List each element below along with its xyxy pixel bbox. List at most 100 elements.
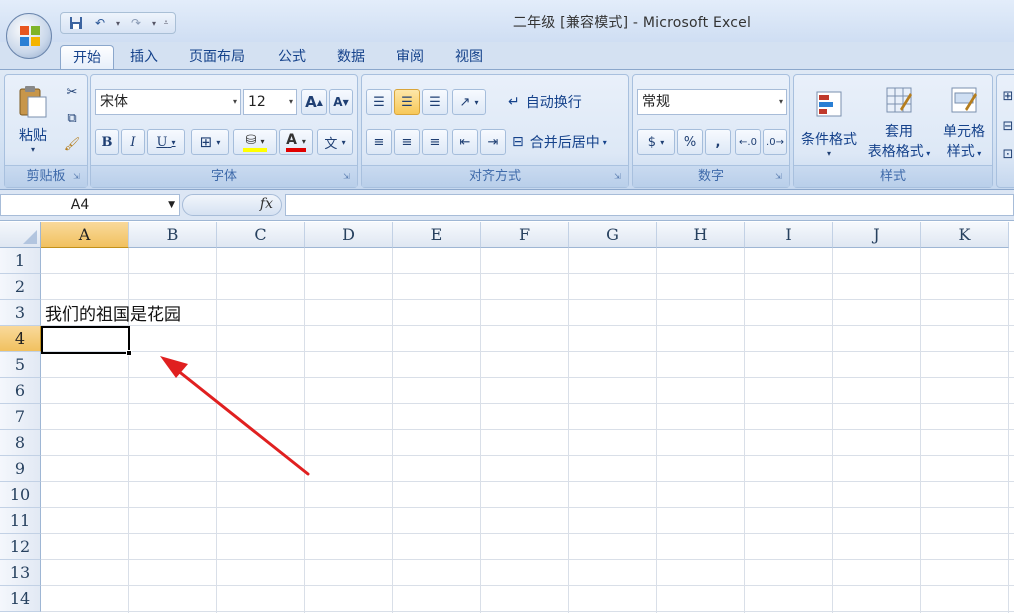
formula-input[interactable] — [285, 194, 1014, 216]
format-as-table-label-1: 套用 — [885, 124, 913, 140]
cell-styles-label-1: 单元格 — [943, 124, 985, 140]
row-header-13[interactable]: 13 — [0, 560, 41, 586]
font-family-combo[interactable]: 宋体 ▾ — [95, 89, 241, 115]
row-header-9[interactable]: 9 — [0, 456, 41, 482]
window-title: 二年级 [兼容模式] - Microsoft Excel — [512, 15, 752, 31]
fill-handle[interactable] — [126, 350, 132, 356]
underline-button[interactable]: U ▾ — [147, 129, 185, 155]
column-header-i[interactable]: I — [745, 222, 833, 248]
cell-area[interactable] — [41, 248, 1014, 613]
chevron-down-icon[interactable]: ▼ — [168, 195, 175, 215]
column-header-c[interactable]: C — [217, 222, 305, 248]
percent-button[interactable]: % — [677, 129, 703, 155]
insert-cells-icon[interactable]: ⊞ — [1001, 83, 1014, 109]
tab-insert[interactable]: 插入 — [118, 45, 170, 70]
conditional-format-label: 条件格式 — [801, 131, 857, 148]
align-left-button[interactable]: ≡ — [366, 129, 392, 155]
column-header-h[interactable]: H — [657, 222, 745, 248]
cut-icon[interactable]: ✂ — [61, 81, 83, 103]
shrink-font-button[interactable]: A ▼ — [329, 89, 353, 115]
orientation-button[interactable]: ↗ ▾ — [452, 89, 486, 115]
row-header-10[interactable]: 10 — [0, 482, 41, 508]
insert-function-icon[interactable]: fx — [260, 196, 273, 212]
row-header-8[interactable]: 8 — [0, 430, 41, 456]
row-header-11[interactable]: 11 — [0, 508, 41, 534]
align-middle-button[interactable]: ☰ — [394, 89, 420, 115]
copy-icon[interactable]: ⧉ — [61, 107, 83, 129]
number-launcher-icon[interactable]: ⇲ — [775, 172, 785, 182]
select-all-button[interactable] — [0, 222, 41, 248]
row-header-7[interactable]: 7 — [0, 404, 41, 430]
decrease-decimal-button[interactable]: .0→ — [763, 129, 787, 155]
cell-a3[interactable]: 我们的祖国是花园 — [45, 302, 181, 328]
decrease-indent-icon: ⇤ — [459, 134, 471, 150]
row-header-4[interactable]: 4 — [0, 326, 41, 352]
borders-button[interactable]: ⊞ ▾ — [191, 129, 229, 155]
align-bottom-icon: ☰ — [429, 94, 441, 110]
align-top-icon: ☰ — [373, 94, 385, 110]
column-header-g[interactable]: G — [569, 222, 657, 248]
align-right-button[interactable]: ≡ — [422, 129, 448, 155]
format-painter-icon[interactable]: 🖌 — [61, 133, 83, 155]
tab-formulas[interactable]: 公式 — [266, 45, 318, 70]
row-header-14[interactable]: 14 — [0, 586, 41, 612]
tab-home[interactable]: 开始 — [60, 45, 114, 70]
comma-button[interactable]: , — [705, 129, 731, 155]
alignment-launcher-icon[interactable]: ⇲ — [614, 172, 624, 182]
name-box[interactable]: A4 ▼ — [0, 194, 180, 216]
clipboard-launcher-icon[interactable]: ⇲ — [73, 172, 83, 182]
tab-view[interactable]: 视图 — [443, 45, 495, 70]
decrease-indent-button[interactable]: ⇤ — [452, 129, 478, 155]
cell-styles-button[interactable]: 单元格 样式 ▾ — [936, 81, 992, 165]
tab-data[interactable]: 数据 — [325, 45, 377, 70]
borders-icon: ⊞ — [199, 133, 213, 151]
align-center-button[interactable]: ≡ — [394, 129, 420, 155]
paste-button[interactable]: 粘贴 ▾ — [11, 79, 55, 159]
row-header-12[interactable]: 12 — [0, 534, 41, 560]
increase-decimal-icon: ←.0 — [739, 136, 757, 148]
grow-font-button[interactable]: A ▲ — [301, 89, 327, 115]
increase-decimal-button[interactable]: ←.0 — [735, 129, 761, 155]
fill-color-button[interactable]: ⛁ ▾ — [233, 129, 277, 155]
column-header-f[interactable]: F — [481, 222, 569, 248]
row-header-3[interactable]: 3 — [0, 300, 41, 326]
chevron-down-icon: ▾ — [778, 97, 783, 106]
row-header-1[interactable]: 1 — [0, 248, 41, 274]
row-header-6[interactable]: 6 — [0, 378, 41, 404]
font-size-combo[interactable]: 12 ▾ — [243, 89, 297, 115]
tab-review[interactable]: 审阅 — [384, 45, 436, 70]
column-header-j[interactable]: J — [833, 222, 921, 248]
delete-cells-icon[interactable]: ⊟ — [1001, 113, 1014, 139]
row-header-2[interactable]: 2 — [0, 274, 41, 300]
conditional-format-button[interactable]: 条件格式 ▾ — [796, 81, 862, 165]
column-header-b[interactable]: B — [129, 222, 217, 248]
format-as-table-button[interactable]: 套用 表格格式 ▾ — [862, 81, 936, 165]
merge-icon: ⊟ — [512, 134, 524, 150]
group-label-alignment: 对齐方式 — [362, 165, 628, 187]
office-button[interactable] — [6, 13, 52, 59]
phonetic-button[interactable]: 文 ▾ — [317, 129, 353, 155]
wrap-text-button[interactable]: ↵ 自动换行 — [508, 89, 608, 115]
column-header-a[interactable]: A — [41, 222, 129, 248]
merge-center-button[interactable]: ⊟ 合并后居中 ▾ — [512, 129, 626, 155]
column-header-d[interactable]: D — [305, 222, 393, 248]
active-cell-a4[interactable] — [41, 326, 132, 356]
italic-button[interactable]: I — [121, 129, 145, 155]
group-clipboard: 粘贴 ▾ ✂ ⧉ 🖌 剪贴板 ⇲ — [4, 74, 88, 188]
group-font: 宋体 ▾ 12 ▾ A ▲ A ▼ B I U ▾ ⊞ ▾ ⛁ ▾ A ▾ 文 ▾ … — [90, 74, 358, 188]
column-header-k[interactable]: K — [921, 222, 1009, 248]
font-launcher-icon[interactable]: ⇲ — [343, 172, 353, 182]
increase-indent-button[interactable]: ⇥ — [480, 129, 506, 155]
formula-tools: fx — [182, 194, 282, 216]
row-header-5[interactable]: 5 — [0, 352, 41, 378]
column-header-e[interactable]: E — [393, 222, 481, 248]
bold-button[interactable]: B — [95, 129, 119, 155]
align-top-button[interactable]: ☰ — [366, 89, 392, 115]
align-bottom-button[interactable]: ☰ — [422, 89, 448, 115]
number-format-combo[interactable]: 常规 ▾ — [637, 89, 787, 115]
wrap-text-icon: ↵ — [508, 94, 520, 110]
tab-page-layout[interactable]: 页面布局 — [177, 45, 257, 70]
font-color-button[interactable]: A ▾ — [279, 129, 313, 155]
format-cells-icon[interactable]: ⊡ — [1001, 141, 1014, 167]
currency-button[interactable]: $ ▾ — [637, 129, 675, 155]
